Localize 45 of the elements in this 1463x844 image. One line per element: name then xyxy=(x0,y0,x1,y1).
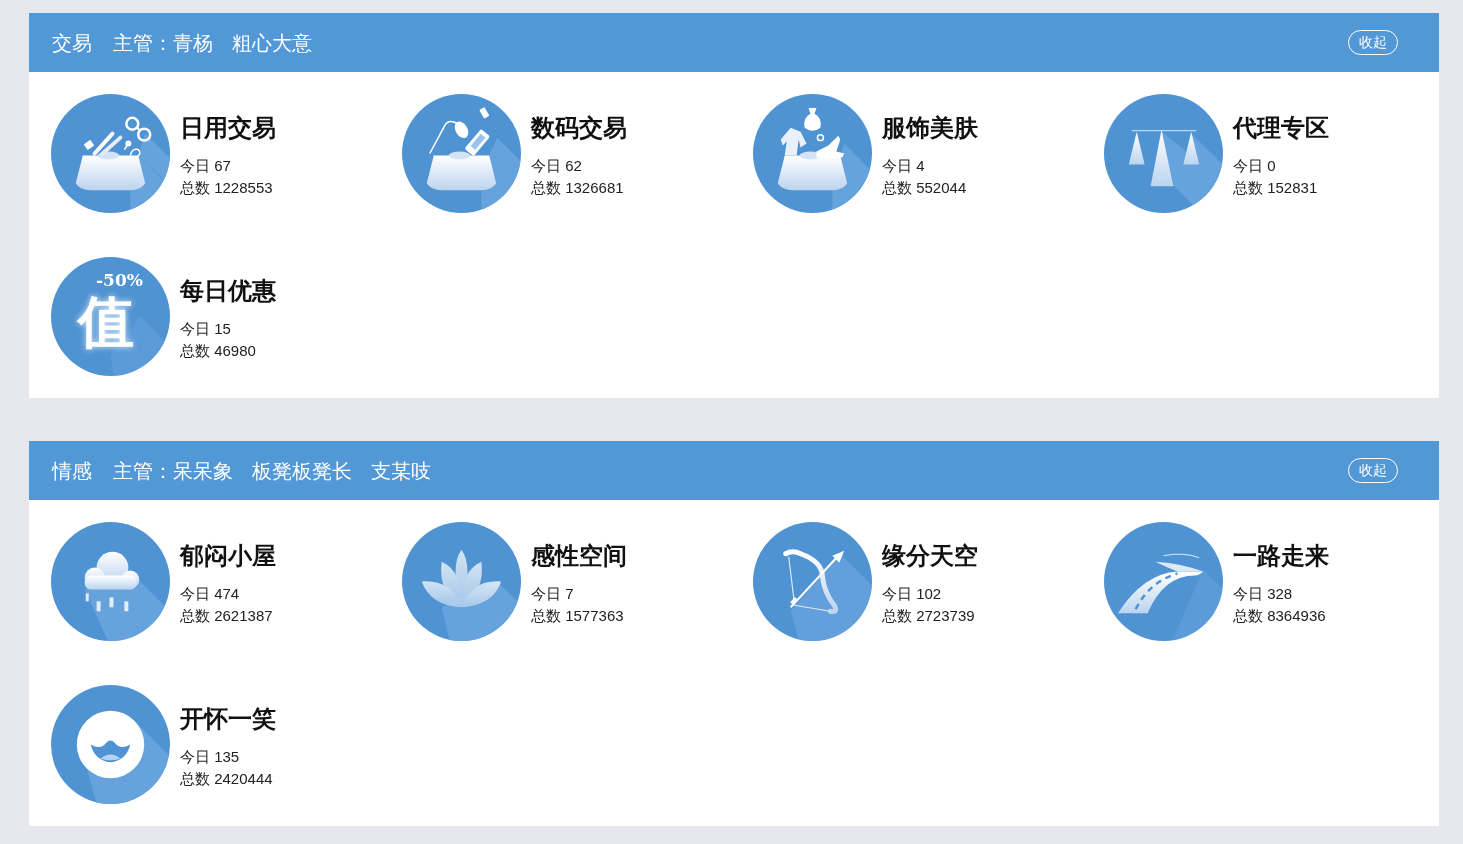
total-count: 总数 8364936 xyxy=(1233,606,1326,626)
today-count: 今日 62 xyxy=(531,156,582,176)
board-title-link[interactable]: 日用交易 xyxy=(180,113,276,143)
total-count: 总数 2723739 xyxy=(882,606,975,626)
total-count: 总数 46980 xyxy=(180,341,256,361)
today-count: 今日 474 xyxy=(180,584,240,604)
board-title-link[interactable]: 缘分天空 xyxy=(882,541,978,571)
lotus-icon[interactable] xyxy=(402,522,521,641)
discount-badge-icon[interactable] xyxy=(51,257,170,376)
today-count: 今日 15 xyxy=(180,319,231,339)
today-count: 今日 67 xyxy=(180,156,231,176)
basket-gadgets-icon[interactable] xyxy=(402,94,521,213)
total-count: 总数 2420444 xyxy=(180,769,273,789)
moderator-label: 主管： xyxy=(113,458,173,484)
total-count: 总数 1326681 xyxy=(531,178,624,198)
today-count: 今日 102 xyxy=(882,584,942,604)
rain-cloud-icon[interactable] xyxy=(51,522,170,641)
board-title-link[interactable]: 服饰美肤 xyxy=(882,113,978,143)
icon-glyph-text: 值 xyxy=(78,290,134,352)
total-count: 总数 2621387 xyxy=(180,606,273,626)
board-title-link[interactable]: 代理专区 xyxy=(1233,113,1329,143)
board-title-link[interactable]: 郁闷小屋 xyxy=(180,541,276,571)
smile-icon[interactable] xyxy=(51,685,170,804)
total-count: 总数 1577363 xyxy=(531,606,624,626)
today-count: 今日 328 xyxy=(1233,584,1293,604)
board-title-link[interactable]: 每日优惠 xyxy=(180,276,276,306)
board-title-link[interactable]: 感性空间 xyxy=(531,541,627,571)
basket-clothes-icon[interactable] xyxy=(753,94,872,213)
section-title: 交易 xyxy=(52,30,92,56)
today-count: 今日 4 xyxy=(882,156,925,176)
cones-icon[interactable] xyxy=(1104,94,1223,213)
section-title: 情感 xyxy=(52,458,92,484)
total-count: 总数 552044 xyxy=(882,178,967,198)
today-count: 今日 0 xyxy=(1233,156,1276,176)
today-count: 今日 7 xyxy=(531,584,574,604)
board-title-link[interactable]: 数码交易 xyxy=(531,113,627,143)
board-title-link[interactable]: 一路走来 xyxy=(1233,541,1329,571)
total-count: 总数 1228553 xyxy=(180,178,273,198)
total-count: 总数 152831 xyxy=(1233,178,1318,198)
basket-icon[interactable] xyxy=(51,94,170,213)
board-title-link[interactable]: 开怀一笑 xyxy=(180,704,276,734)
moderator-label: 主管： xyxy=(113,30,173,56)
discount-text: -50% xyxy=(96,270,143,290)
road-icon[interactable] xyxy=(1104,522,1223,641)
today-count: 今日 135 xyxy=(180,747,240,767)
